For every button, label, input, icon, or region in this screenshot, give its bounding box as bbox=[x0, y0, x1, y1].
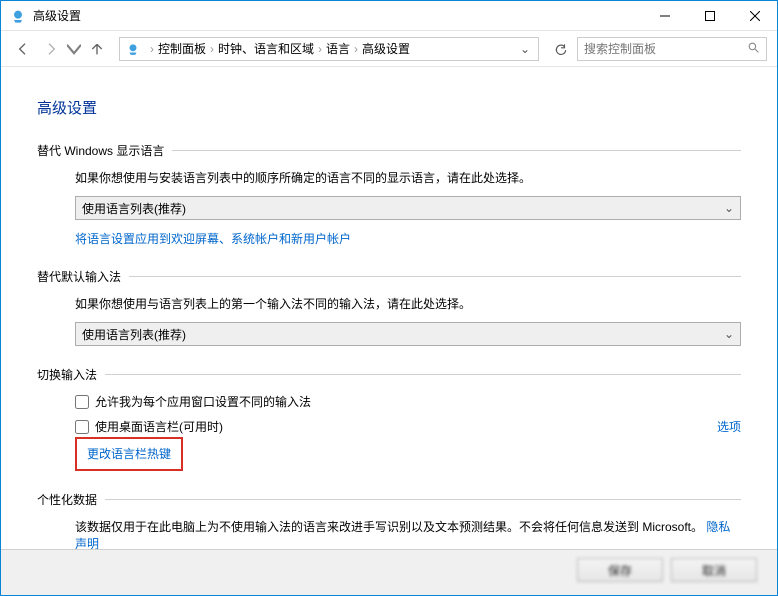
app-icon bbox=[9, 7, 27, 25]
section-title: 替代 Windows 显示语言 bbox=[37, 142, 164, 159]
chevron-right-icon: › bbox=[206, 42, 218, 56]
control-panel-icon bbox=[124, 40, 142, 58]
divider bbox=[105, 374, 741, 375]
breadcrumb-root[interactable]: 控制面板 bbox=[158, 40, 206, 57]
search-box[interactable] bbox=[577, 37, 767, 61]
change-hotkey-link[interactable]: 更改语言栏热键 bbox=[87, 447, 171, 461]
section-title: 切换输入法 bbox=[37, 366, 97, 383]
apply-welcome-link[interactable]: 将语言设置应用到欢迎屏幕、系统帐户和新用户帐户 bbox=[75, 232, 351, 246]
section-title: 替代默认输入法 bbox=[37, 268, 121, 285]
desktop-langbar-checkbox[interactable] bbox=[75, 420, 89, 434]
breadcrumb-level2[interactable]: 语言 bbox=[326, 40, 350, 57]
chevron-right-icon: › bbox=[146, 42, 158, 56]
desc-text: 该数据仅用于在此电脑上为不使用输入法的语言来改进手写识别以及文本预测结果。不会将… bbox=[75, 520, 703, 534]
section-display-language: 替代 Windows 显示语言 如果你想使用与安装语言列表中的顺序所确定的语言不… bbox=[37, 142, 741, 248]
hotkey-link-highlight: 更改语言栏热键 bbox=[75, 437, 183, 471]
divider bbox=[172, 150, 741, 151]
section-desc: 该数据仅用于在此电脑上为不使用输入法的语言来改进手写识别以及文本预测结果。不会将… bbox=[75, 518, 741, 549]
per-app-checkbox[interactable] bbox=[75, 395, 89, 409]
footer: 保存 取消 bbox=[1, 549, 777, 595]
search-icon[interactable] bbox=[747, 41, 760, 57]
section-default-input: 替代默认输入法 如果你想使用与语言列表上的第一个输入法不同的输入法，请在此处选择… bbox=[37, 268, 741, 346]
chevron-down-icon: ⌄ bbox=[724, 201, 734, 215]
cancel-button[interactable]: 取消 bbox=[671, 558, 757, 582]
section-title: 个性化数据 bbox=[37, 491, 97, 508]
minimize-button[interactable] bbox=[642, 1, 687, 31]
select-value: 使用语言列表(推荐) bbox=[82, 200, 186, 217]
breadcrumb-level1[interactable]: 时钟、语言和区域 bbox=[218, 40, 314, 57]
breadcrumb-current[interactable]: 高级设置 bbox=[362, 40, 410, 57]
recent-dropdown-icon[interactable] bbox=[67, 37, 81, 61]
chevron-down-icon[interactable]: ⌄ bbox=[516, 42, 534, 56]
maximize-button[interactable] bbox=[687, 1, 732, 31]
chevron-right-icon: › bbox=[350, 42, 362, 56]
checkbox-label: 使用桌面语言栏(可用时) bbox=[95, 418, 223, 435]
section-switch-input: 切换输入法 允许我为每个应用窗口设置不同的输入法 使用桌面语言栏(可用时) 选项… bbox=[37, 366, 741, 471]
navbar: › 控制面板 › 时钟、语言和区域 › 语言 › 高级设置 ⌄ bbox=[1, 31, 777, 67]
section-desc: 如果你想使用与安装语言列表中的顺序所确定的语言不同的显示语言，请在此处选择。 bbox=[75, 169, 741, 186]
divider bbox=[105, 499, 741, 500]
divider bbox=[129, 276, 741, 277]
content-area: 高级设置 替代 Windows 显示语言 如果你想使用与安装语言列表中的顺序所确… bbox=[1, 67, 777, 549]
default-input-select[interactable]: 使用语言列表(推荐) ⌄ bbox=[75, 322, 741, 346]
section-desc: 如果你想使用与语言列表上的第一个输入法不同的输入法，请在此处选择。 bbox=[75, 295, 741, 312]
display-language-select[interactable]: 使用语言列表(推荐) ⌄ bbox=[75, 196, 741, 220]
desktop-langbar-checkbox-row[interactable]: 使用桌面语言栏(可用时) bbox=[75, 418, 223, 435]
section-personal-data: 个性化数据 该数据仅用于在此电脑上为不使用输入法的语言来改进手写识别以及文本预测… bbox=[37, 491, 741, 549]
select-value: 使用语言列表(推荐) bbox=[82, 326, 186, 343]
close-button[interactable] bbox=[732, 1, 777, 31]
forward-button[interactable] bbox=[39, 37, 63, 61]
options-link[interactable]: 选项 bbox=[717, 418, 741, 435]
chevron-down-icon: ⌄ bbox=[724, 327, 734, 341]
titlebar: 高级设置 bbox=[1, 1, 777, 31]
refresh-button[interactable] bbox=[549, 37, 573, 61]
checkbox-label: 允许我为每个应用窗口设置不同的输入法 bbox=[95, 393, 311, 410]
save-button[interactable]: 保存 bbox=[577, 558, 663, 582]
per-app-checkbox-row[interactable]: 允许我为每个应用窗口设置不同的输入法 bbox=[75, 393, 741, 410]
back-button[interactable] bbox=[11, 37, 35, 61]
window-title: 高级设置 bbox=[33, 7, 642, 24]
chevron-right-icon: › bbox=[314, 42, 326, 56]
up-button[interactable] bbox=[85, 37, 109, 61]
search-input[interactable] bbox=[584, 42, 747, 56]
page-title: 高级设置 bbox=[37, 97, 741, 118]
breadcrumb[interactable]: › 控制面板 › 时钟、语言和区域 › 语言 › 高级设置 ⌄ bbox=[119, 37, 539, 61]
